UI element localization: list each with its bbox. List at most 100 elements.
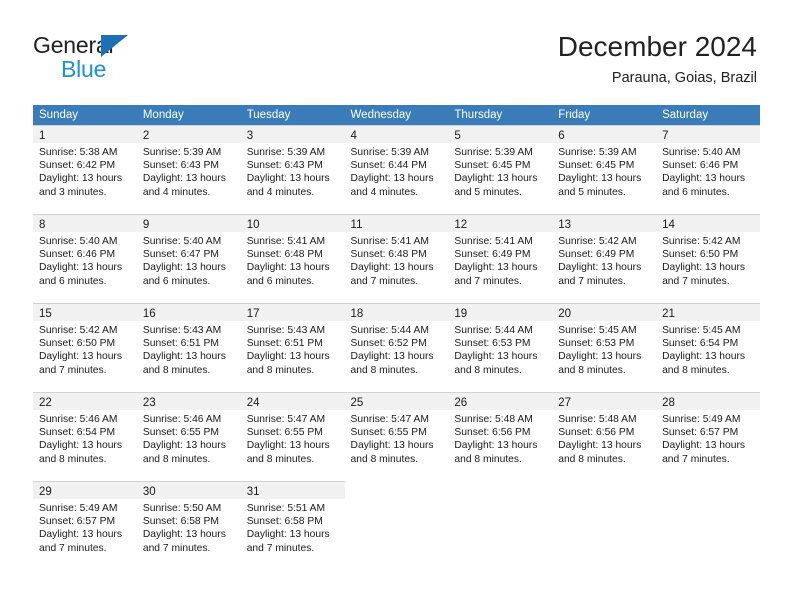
title-block: December 2024 Parauna, Goias, Brazil	[558, 30, 757, 88]
day-info: Sunrise: 5:40 AM Sunset: 6:47 PM Daylight:…	[137, 232, 241, 288]
day-cell[interactable]: 8 Sunrise: 5:40 AM Sunset: 6:46 PM Daylight…	[33, 214, 137, 299]
weekday-wednesday: Wednesday	[350, 109, 412, 121]
day-info: Sunrise: 5:49 AM Sunset: 6:57 PM Daylight:…	[33, 499, 137, 555]
daylight-text: Daylight: 13 hours and 5 minutes.	[558, 173, 642, 198]
day-cell[interactable]: 24 Sunrise: 5:47 AM Sunset: 6:55 PM Dayligh…	[240, 392, 345, 477]
sunrise-text: Sunrise: 5:43 AM	[142, 325, 222, 336]
day-number: 26	[454, 397, 468, 409]
sunrise-text: Sunrise: 5:38 AM	[39, 147, 118, 158]
day-number: 22	[39, 397, 52, 409]
calendar-week-row: 22 Sunrise: 5:46 AM Sunset: 6:54 PM Dayligh…	[33, 392, 760, 477]
day-number: 5	[454, 130, 461, 142]
sunrise-text: Sunrise: 5:40 AM	[142, 236, 222, 247]
day-number-band: 17	[240, 304, 345, 321]
sunrise-text: Sunrise: 5:43 AM	[246, 325, 326, 336]
day-cell[interactable]: 22 Sunrise: 5:46 AM Sunset: 6:54 PM Dayligh…	[33, 392, 137, 477]
day-cell[interactable]: 10 Sunrise: 5:41 AM Sunset: 6:48 PM Dayligh…	[240, 214, 345, 299]
day-number: 28	[662, 397, 675, 409]
day-cell[interactable]: 21 Sunrise: 5:45 AM Sunset: 6:54 PM Dayligh…	[656, 303, 760, 388]
day-info: Sunrise: 5:48 AM Sunset: 6:56 PM Daylight:…	[552, 410, 656, 466]
daylight-text: Daylight: 13 hours and 8 minutes.	[350, 351, 434, 376]
day-cell[interactable]: 16 Sunrise: 5:43 AM Sunset: 6:51 PM Dayligh…	[136, 303, 241, 388]
logo-text-blue: Blue	[61, 56, 107, 82]
day-number: 20	[558, 308, 572, 320]
day-info: Sunrise: 5:45 AM Sunset: 6:54 PM Daylight:…	[656, 321, 760, 377]
day-cell[interactable]: 31 Sunrise: 5:51 AM Sunset: 6:58 PM Dayligh…	[240, 481, 345, 566]
day-cell[interactable]: 4 Sunrise: 5:39 AM Sunset: 6:44 PM Daylight…	[344, 125, 449, 210]
day-cell[interactable]: 2 Sunrise: 5:39 AM Sunset: 6:43 PM Daylight…	[136, 125, 241, 210]
day-cell-empty	[345, 481, 449, 566]
daylight-text: Daylight: 13 hours and 7 minutes.	[39, 529, 122, 554]
day-cell[interactable]: 14 Sunrise: 5:42 AM Sunset: 6:50 PM Dayligh…	[656, 214, 760, 299]
sunset-text: Sunset: 6:51 PM	[142, 338, 219, 350]
day-info: Sunrise: 5:42 AM Sunset: 6:50 PM Daylight:…	[33, 321, 137, 377]
sunset-text: Sunset: 6:51 PM	[246, 338, 323, 350]
daylight-text: Daylight: 13 hours and 8 minutes.	[454, 440, 538, 465]
day-number: 3	[246, 130, 254, 142]
day-number: 23	[142, 397, 156, 409]
day-cell[interactable]: 27 Sunrise: 5:48 AM Sunset: 6:56 PM Dayligh…	[552, 392, 657, 477]
sunrise-text: Sunrise: 5:42 AM	[662, 236, 741, 247]
sunrise-text: Sunrise: 5:41 AM	[350, 236, 429, 247]
daylight-text: Daylight: 13 hours and 8 minutes.	[558, 440, 642, 465]
day-number-band: 23	[136, 393, 241, 410]
day-number: 18	[350, 308, 364, 320]
daylight-text: Daylight: 13 hours and 8 minutes.	[246, 440, 330, 465]
day-cell[interactable]: 17 Sunrise: 5:43 AM Sunset: 6:51 PM Dayligh…	[240, 303, 345, 388]
day-cell[interactable]: 28 Sunrise: 5:49 AM Sunset: 6:57 PM Dayligh…	[656, 392, 760, 477]
day-number-band: 25	[344, 393, 449, 410]
day-info: Sunrise: 5:50 AM Sunset: 6:58 PM Daylight:…	[137, 499, 241, 555]
day-number: 30	[142, 486, 156, 498]
day-number-band: 30	[136, 482, 241, 499]
day-number-band: 20	[552, 304, 657, 321]
day-cell[interactable]: 18 Sunrise: 5:44 AM Sunset: 6:52 PM Dayligh…	[344, 303, 449, 388]
sunset-text: Sunset: 6:55 PM	[246, 427, 323, 439]
day-number-band: 13	[552, 215, 657, 232]
day-number: 16	[142, 308, 156, 320]
day-info: Sunrise: 5:46 AM Sunset: 6:55 PM Daylight:…	[137, 410, 241, 466]
day-cell[interactable]: 3 Sunrise: 5:39 AM Sunset: 6:43 PM Daylight…	[240, 125, 345, 210]
day-cell[interactable]: 29 Sunrise: 5:49 AM Sunset: 6:57 PM Dayligh…	[33, 481, 137, 566]
sunrise-text: Sunrise: 5:39 AM	[142, 147, 222, 158]
daylight-text: Daylight: 13 hours and 7 minutes.	[350, 262, 434, 287]
day-info: Sunrise: 5:42 AM Sunset: 6:50 PM Daylight:…	[656, 232, 760, 288]
day-number: 12	[454, 219, 468, 231]
sunrise-text: Sunrise: 5:39 AM	[246, 147, 326, 158]
day-cell[interactable]: 12 Sunrise: 5:41 AM Sunset: 6:49 PM Dayligh…	[448, 214, 553, 299]
daylight-text: Daylight: 13 hours and 7 minutes.	[39, 351, 122, 376]
day-cell[interactable]: 5 Sunrise: 5:39 AM Sunset: 6:45 PM Daylight…	[448, 125, 553, 210]
day-number-band: 27	[552, 393, 657, 410]
day-cell[interactable]: 13 Sunrise: 5:42 AM Sunset: 6:49 PM Dayligh…	[552, 214, 657, 299]
sunrise-text: Sunrise: 5:42 AM	[39, 325, 118, 336]
day-number: 24	[246, 397, 260, 409]
day-info: Sunrise: 5:47 AM Sunset: 6:55 PM Daylight:…	[241, 410, 345, 466]
day-cell[interactable]: 25 Sunrise: 5:47 AM Sunset: 6:55 PM Dayligh…	[344, 392, 449, 477]
day-cell[interactable]: 6 Sunrise: 5:39 AM Sunset: 6:45 PM Daylight…	[552, 125, 657, 210]
day-info: Sunrise: 5:48 AM Sunset: 6:56 PM Daylight:…	[448, 410, 552, 466]
day-cell-empty	[448, 481, 552, 566]
generalblue-logo[interactable]: General Blue	[33, 32, 203, 84]
day-number-band: 11	[344, 215, 449, 232]
sunset-text: Sunset: 6:45 PM	[454, 160, 531, 172]
day-info: Sunrise: 5:39 AM Sunset: 6:43 PM Daylight:…	[241, 143, 345, 199]
daylight-text: Daylight: 13 hours and 7 minutes.	[662, 440, 746, 465]
day-cell[interactable]: 7 Sunrise: 5:40 AM Sunset: 6:46 PM Daylight…	[656, 125, 760, 210]
sunrise-text: Sunrise: 5:42 AM	[558, 236, 637, 247]
day-cell[interactable]: 30 Sunrise: 5:50 AM Sunset: 6:58 PM Dayligh…	[136, 481, 241, 566]
day-cell[interactable]: 1 Sunrise: 5:38 AM Sunset: 6:42 PM Daylight…	[33, 125, 137, 210]
day-number: 7	[662, 130, 669, 142]
day-info: Sunrise: 5:43 AM Sunset: 6:51 PM Daylight:…	[137, 321, 241, 377]
day-info: Sunrise: 5:39 AM Sunset: 6:45 PM Daylight:…	[552, 143, 656, 199]
day-cell[interactable]: 9 Sunrise: 5:40 AM Sunset: 6:47 PM Daylight…	[136, 214, 241, 299]
day-number: 11	[350, 219, 363, 231]
day-cell[interactable]: 26 Sunrise: 5:48 AM Sunset: 6:56 PM Dayligh…	[448, 392, 553, 477]
day-number-band: 7	[656, 126, 760, 143]
sunrise-text: Sunrise: 5:39 AM	[350, 147, 429, 158]
day-number-band: 4	[344, 126, 449, 143]
day-cell[interactable]: 20 Sunrise: 5:45 AM Sunset: 6:53 PM Dayligh…	[552, 303, 657, 388]
day-cell[interactable]: 11 Sunrise: 5:41 AM Sunset: 6:48 PM Dayligh…	[344, 214, 449, 299]
sunrise-text: Sunrise: 5:44 AM	[350, 325, 429, 336]
day-cell[interactable]: 19 Sunrise: 5:44 AM Sunset: 6:53 PM Dayligh…	[448, 303, 553, 388]
day-cell[interactable]: 15 Sunrise: 5:42 AM Sunset: 6:50 PM Dayligh…	[33, 303, 137, 388]
day-cell[interactable]: 23 Sunrise: 5:46 AM Sunset: 6:55 PM Dayligh…	[136, 392, 241, 477]
